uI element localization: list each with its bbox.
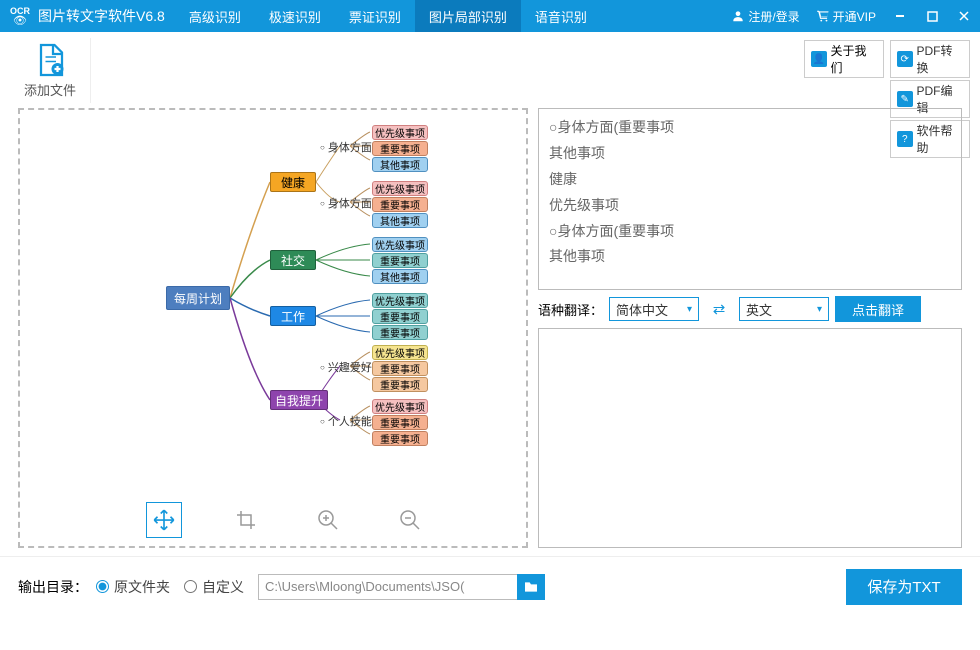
output-path-input[interactable] <box>258 574 518 600</box>
mm-tag: 优先级事项 <box>372 293 428 308</box>
mm-tag: 其他事项 <box>372 269 428 284</box>
save-txt-button[interactable]: 保存为TXT <box>846 569 962 605</box>
lang-to-select[interactable]: 英文▾ <box>739 297 829 321</box>
app-title: 图片转文字软件V6.8 <box>38 6 165 26</box>
mm-tag: 重要事项 <box>372 141 428 156</box>
mm-root: 每周计划 <box>166 286 230 310</box>
result-line: 健康 <box>549 167 951 193</box>
vip-button[interactable]: 开通VIP <box>808 0 884 32</box>
translate-label: 语种翻译： <box>538 300 603 319</box>
mm-sub: 身体方面 <box>320 139 372 155</box>
mm-tag: 优先级事项 <box>372 181 428 196</box>
mm-sub: 身体方面 <box>320 195 372 211</box>
about-button[interactable]: 👤关于我们 <box>804 40 884 78</box>
output-label: 输出目录： <box>18 577 88 597</box>
mm-tag: 重要事项 <box>372 361 428 376</box>
tab-voice[interactable]: 语音识别 <box>521 0 601 32</box>
ocr-result-box[interactable]: ○身体方面(重要事项 其他事项 健康 优先级事项 ○身体方面(重要事项 其他事项 <box>538 108 962 290</box>
mm-tag: 重要事项 <box>372 197 428 212</box>
mm-sub: 个人技能 <box>320 413 372 429</box>
chevron-down-icon: ▾ <box>687 304 692 315</box>
crop-tool-button[interactable] <box>228 502 264 538</box>
user-small-icon: 👤 <box>811 51 827 67</box>
chevron-down-icon: ▾ <box>817 304 822 315</box>
app-logo: OCR👁 <box>6 0 34 32</box>
main-menu: 高级识别 极速识别 票证识别 图片局部识别 语音识别 <box>175 0 601 32</box>
minimize-button[interactable] <box>884 0 916 32</box>
close-button[interactable] <box>948 0 980 32</box>
image-preview-panel[interactable]: 每周计划 健康 社交 工作 自我提升 身体方面 身体方面 兴趣爱好 个人技能 优… <box>18 108 528 548</box>
title-bar: OCR👁 图片转文字软件V6.8 高级识别 极速识别 票证识别 图片局部识别 语… <box>0 0 980 32</box>
mm-cat-health: 健康 <box>270 172 316 192</box>
add-file-icon <box>32 42 68 78</box>
mm-tag: 其他事项 <box>372 157 428 172</box>
tab-fast[interactable]: 极速识别 <box>255 0 335 32</box>
lang-from-select[interactable]: 简体中文▾ <box>609 297 699 321</box>
move-tool-button[interactable] <box>146 502 182 538</box>
mm-tag: 重要事项 <box>372 415 428 430</box>
result-line: 其他事项 <box>549 141 951 167</box>
bottom-bar: 输出目录： 原文件夹 自定义 保存为TXT <box>0 556 980 616</box>
result-line: 优先级事项 <box>549 193 951 219</box>
output-custom-radio[interactable]: 自定义 <box>184 577 244 597</box>
mm-tag: 其他事项 <box>372 213 428 228</box>
mm-tag: 重要事项 <box>372 325 428 340</box>
swap-lang-button[interactable]: ⇄ <box>705 297 733 321</box>
mm-tag: 重要事项 <box>372 431 428 446</box>
edit-icon: ✎ <box>897 91 913 107</box>
add-file-button[interactable]: 添加文件 <box>10 38 91 103</box>
result-line: ○身体方面(重要事项 <box>549 115 951 141</box>
result-line: ○身体方面(重要事项 <box>549 219 951 245</box>
results-panel: ○身体方面(重要事项 其他事项 健康 优先级事项 ○身体方面(重要事项 其他事项… <box>538 108 962 548</box>
toolbar: 添加文件 👤关于我们 ⟳PDF转换 ✎PDF编辑 ?软件帮助 <box>0 32 980 104</box>
folder-icon <box>523 579 539 595</box>
convert-icon: ⟳ <box>897 51 913 67</box>
maximize-button[interactable] <box>916 0 948 32</box>
mm-tag: 优先级事项 <box>372 345 428 360</box>
mm-tag: 重要事项 <box>372 253 428 268</box>
tab-region[interactable]: 图片局部识别 <box>415 0 521 32</box>
mm-sub: 兴趣爱好 <box>320 359 372 375</box>
translate-button[interactable]: 点击翻译 <box>835 296 921 322</box>
translate-bar: 语种翻译： 简体中文▾ ⇄ 英文▾ 点击翻译 <box>538 296 962 322</box>
main-area: 每周计划 健康 社交 工作 自我提升 身体方面 身体方面 兴趣爱好 个人技能 优… <box>0 104 980 552</box>
result-line: 其他事项 <box>549 244 951 270</box>
tab-ticket[interactable]: 票证识别 <box>335 0 415 32</box>
output-original-radio[interactable]: 原文件夹 <box>96 577 170 597</box>
mm-tag: 重要事项 <box>372 309 428 324</box>
mm-cat-work: 工作 <box>270 306 316 326</box>
zoom-out-button[interactable] <box>392 502 428 538</box>
mm-tag: 优先级事项 <box>372 125 428 140</box>
translation-result-box[interactable] <box>538 328 962 548</box>
browse-folder-button[interactable] <box>517 574 545 600</box>
preview-toolbar <box>20 498 526 542</box>
mm-tag: 优先级事项 <box>372 399 428 414</box>
mm-cat-social: 社交 <box>270 250 316 270</box>
pdf-convert-button[interactable]: ⟳PDF转换 <box>890 40 970 78</box>
zoom-in-button[interactable] <box>310 502 346 538</box>
mindmap-image: 每周计划 健康 社交 工作 自我提升 身体方面 身体方面 兴趣爱好 个人技能 优… <box>20 110 526 496</box>
user-icon <box>731 9 745 23</box>
tab-advanced[interactable]: 高级识别 <box>175 0 255 32</box>
cart-icon <box>816 9 830 23</box>
mm-tag: 重要事项 <box>372 377 428 392</box>
register-login-button[interactable]: 注册/登录 <box>723 0 807 32</box>
mm-cat-self: 自我提升 <box>270 390 328 410</box>
mm-tag: 优先级事项 <box>372 237 428 252</box>
